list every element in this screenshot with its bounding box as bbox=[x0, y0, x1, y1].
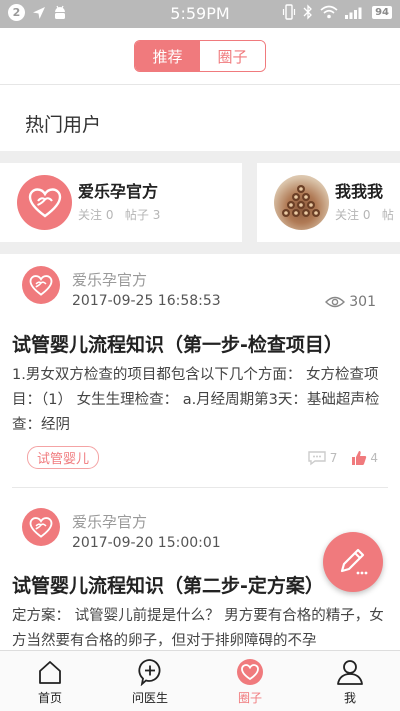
nav-home[interactable]: 首页 bbox=[0, 651, 100, 711]
vibrate-icon bbox=[282, 4, 296, 20]
bluetooth-icon bbox=[303, 4, 312, 20]
tab-circle[interactable]: 圈子 bbox=[200, 41, 265, 71]
nav-label: 问医生 bbox=[131, 691, 168, 705]
post-date: 2017-09-25 16:58:53 bbox=[72, 293, 221, 309]
hot-user-card[interactable]: 我我我 关注 0 帖 bbox=[257, 163, 400, 242]
compose-post-button[interactable] bbox=[323, 532, 383, 592]
heart-logo-icon bbox=[22, 508, 60, 546]
nav-label: 圈子 bbox=[237, 691, 262, 705]
nav-label: 我 bbox=[343, 691, 356, 705]
header-divider bbox=[0, 84, 400, 85]
home-icon bbox=[36, 658, 64, 686]
pencils-avatar-image bbox=[274, 175, 329, 230]
eye-icon bbox=[325, 296, 346, 308]
nav-me[interactable]: 我 bbox=[300, 651, 400, 711]
battery-indicator: 94 bbox=[372, 5, 392, 19]
post-views: 301 bbox=[325, 294, 376, 310]
feed-tabs: 推荐 圈子 bbox=[134, 40, 266, 72]
heart-circle-icon bbox=[236, 658, 264, 686]
hot-users-title: 热门用户 bbox=[25, 114, 102, 136]
post-author[interactable]: 爱乐孕官方 bbox=[72, 511, 147, 532]
post-title[interactable]: 试管婴儿流程知识（第二步-定方案） bbox=[12, 571, 324, 598]
hot-user-stats: 关注 0 帖子 3 bbox=[78, 206, 160, 223]
wifi-icon bbox=[320, 5, 338, 19]
hot-user-name: 爱乐孕官方 bbox=[78, 182, 159, 201]
thumbs-up-icon bbox=[352, 451, 367, 465]
nav-label: 首页 bbox=[37, 691, 62, 705]
tab-recommend[interactable]: 推荐 bbox=[135, 41, 200, 71]
post-tag[interactable]: 试管婴儿 bbox=[27, 446, 100, 469]
post-date: 2017-09-20 15:00:01 bbox=[72, 535, 221, 551]
status-bar: 2 5:59PM 94 bbox=[0, 0, 400, 28]
hot-user-follow-count: 关注 0 bbox=[78, 208, 114, 222]
comment-button[interactable]: 7 bbox=[307, 450, 338, 466]
hot-user-name: 我我我 bbox=[335, 182, 384, 201]
post-author[interactable]: 爱乐孕官方 bbox=[72, 269, 147, 290]
hot-user-post-count: 帖子 3 bbox=[124, 208, 161, 222]
bottom-nav: 首页 问医生 圈子 我 bbox=[0, 650, 400, 711]
nav-ask-doctor[interactable]: 问医生 bbox=[100, 651, 200, 711]
post-excerpt: 定方案： 试管婴儿前提是什么？ 男方要有合格的精子，女方当然要有合格的卵子，但对… bbox=[12, 608, 384, 649]
post-excerpt: 1.男女双方检查的项目都包含以下几个方面： 女方检查项目：（1） 女生生理检查：… bbox=[12, 367, 380, 433]
like-button[interactable]: 4 bbox=[351, 450, 378, 466]
like-count: 4 bbox=[370, 451, 378, 465]
hot-user-stats: 关注 0 帖 bbox=[335, 206, 394, 223]
pencil-icon bbox=[340, 548, 368, 575]
hot-user-post-count: 帖 bbox=[381, 208, 394, 222]
signal-icon bbox=[345, 7, 362, 19]
ask-doctor-icon bbox=[136, 658, 164, 686]
user-icon bbox=[336, 658, 364, 686]
comment-icon bbox=[308, 451, 326, 466]
heart-logo-icon bbox=[17, 175, 72, 230]
post-divider bbox=[12, 487, 388, 488]
view-count: 301 bbox=[349, 294, 376, 310]
hot-user-card[interactable]: 爱乐孕官方 关注 0 帖子 3 bbox=[0, 163, 242, 242]
post-actions: 7 4 bbox=[307, 450, 378, 466]
nav-circle[interactable]: 圈子 bbox=[200, 651, 300, 711]
heart-logo-icon bbox=[22, 266, 60, 304]
post-title[interactable]: 试管婴儿流程知识（第一步-检查项目） bbox=[12, 330, 343, 357]
hot-user-follow-count: 关注 0 bbox=[335, 208, 371, 222]
comment-count: 7 bbox=[329, 451, 338, 465]
